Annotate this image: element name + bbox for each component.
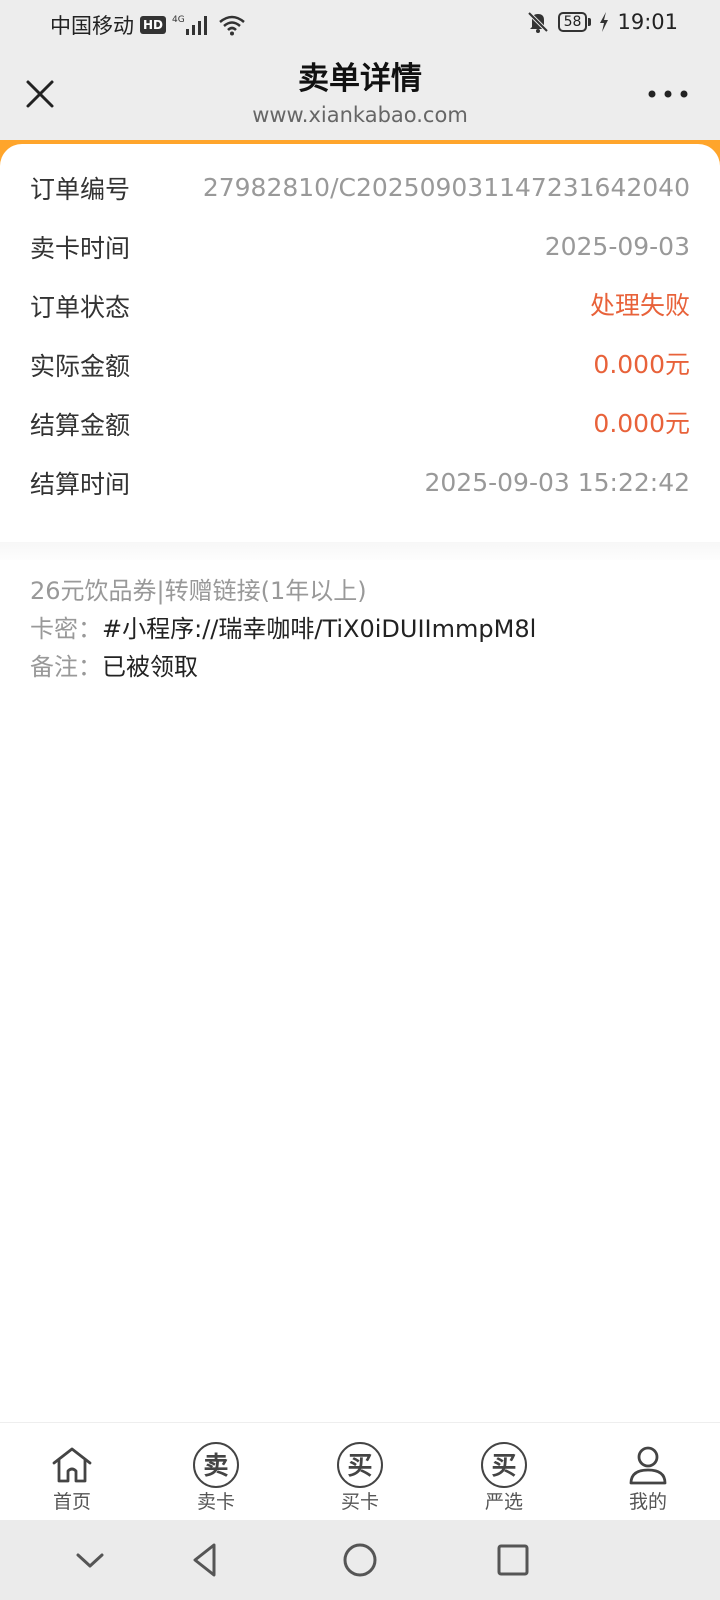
signal-icon: 4G bbox=[172, 15, 208, 35]
mute-bell-icon bbox=[527, 11, 549, 33]
carrier-name: 中国移动 bbox=[50, 14, 134, 38]
detail-row-settle-time: 结算时间 2025-09-03 15:22:42 bbox=[30, 465, 690, 505]
clock: 19:01 bbox=[617, 10, 678, 34]
settle-time-value: 2025-09-03 15:22:42 bbox=[424, 468, 690, 497]
network-type: 4G bbox=[172, 15, 185, 25]
detail-label: 订单编号 bbox=[30, 175, 131, 204]
content-panel: 订单编号 27982810/C202509031147231642040 卖卡时… bbox=[0, 144, 720, 1422]
product-name: 26元饮品券|转赠链接(1年以上) bbox=[30, 577, 367, 605]
detail-row-actual-amount: 实际金额 0.000元 bbox=[30, 347, 690, 387]
tab-mine[interactable]: 我的 bbox=[576, 1423, 720, 1521]
page-title: 卖单详情 bbox=[298, 61, 422, 97]
battery-indicator: 58 bbox=[557, 12, 592, 32]
card-secret-line: 卡密：#小程序://瑞幸咖啡/TiX0iDUIImmpM8l bbox=[30, 610, 690, 648]
system-nav-bar bbox=[0, 1520, 720, 1600]
card-secret-value[interactable]: #小程序://瑞幸咖啡/TiX0iDUIImmpM8l bbox=[102, 615, 536, 643]
card-info-section: 26元饮品券|转赠链接(1年以上) 卡密：#小程序://瑞幸咖啡/TiX0iDU… bbox=[30, 572, 690, 686]
tab-sell-card[interactable]: 卖 卖卡 bbox=[144, 1423, 288, 1521]
title-wrap: 卖单详情 www.xiankabao.com bbox=[160, 58, 560, 130]
status-bar: 中国移动 HD 4G 58 19:01 bbox=[0, 0, 720, 48]
wifi-icon bbox=[219, 15, 245, 36]
card-secret-label: 卡密： bbox=[30, 615, 102, 643]
recent-apps-icon[interactable] bbox=[493, 1540, 533, 1580]
battery-level: 58 bbox=[557, 12, 588, 32]
chevron-down-icon[interactable] bbox=[70, 1540, 110, 1580]
home-circle-icon[interactable] bbox=[340, 1540, 380, 1580]
note-line: 备注：已被领取 bbox=[30, 648, 690, 686]
tab-label: 严选 bbox=[484, 1491, 523, 1513]
detail-label: 结算时间 bbox=[30, 470, 131, 499]
product-line: 26元饮品券|转赠链接(1年以上) bbox=[30, 572, 690, 610]
title-bar: 卖单详情 www.xiankabao.com bbox=[0, 48, 720, 140]
order-detail-card: 订单编号 27982810/C202509031147231642040 卖卡时… bbox=[0, 144, 720, 554]
tab-selection[interactable]: 买 严选 bbox=[432, 1423, 576, 1521]
detail-label: 实际金额 bbox=[30, 352, 131, 381]
sell-circle-icon: 卖 bbox=[193, 1442, 239, 1488]
detail-label: 结算金额 bbox=[30, 411, 131, 440]
more-options-icon[interactable] bbox=[646, 86, 690, 102]
detail-label: 卖卡时间 bbox=[30, 234, 131, 263]
detail-row-status: 订单状态 处理失败 bbox=[30, 288, 690, 328]
tab-label: 买卡 bbox=[340, 1491, 379, 1513]
sell-time-value: 2025-09-03 bbox=[544, 232, 690, 261]
note-value: 已被领取 bbox=[102, 653, 198, 681]
select-circle-icon: 买 bbox=[481, 1442, 527, 1488]
back-icon[interactable] bbox=[186, 1540, 226, 1580]
detail-label: 订单状态 bbox=[30, 293, 131, 322]
user-icon bbox=[629, 1446, 667, 1485]
order-number-value: 27982810/C202509031147231642040 bbox=[202, 173, 690, 202]
tab-label: 首页 bbox=[52, 1491, 91, 1513]
close-icon[interactable] bbox=[22, 76, 58, 112]
battery-cap bbox=[588, 18, 592, 26]
bottom-tab-bar: 首页 卖 卖卡 买 买卡 买 严选 我的 bbox=[0, 1422, 720, 1521]
page-url: www.xiankabao.com bbox=[252, 103, 468, 127]
tab-home[interactable]: 首页 bbox=[0, 1423, 144, 1521]
home-icon bbox=[52, 1447, 92, 1483]
charging-icon bbox=[600, 12, 609, 32]
section-divider bbox=[0, 542, 720, 560]
tab-label: 我的 bbox=[628, 1491, 667, 1513]
tab-buy-card[interactable]: 买 买卡 bbox=[288, 1423, 432, 1521]
buy-circle-icon: 买 bbox=[337, 1442, 383, 1488]
note-label: 备注： bbox=[30, 653, 102, 681]
tab-label: 卖卡 bbox=[196, 1491, 235, 1513]
detail-row-sell-time: 卖卡时间 2025-09-03 bbox=[30, 229, 690, 269]
hd-badge: HD bbox=[140, 16, 167, 34]
detail-row-order-no: 订单编号 27982810/C202509031147231642040 bbox=[30, 170, 690, 210]
status-right: 58 19:01 bbox=[526, 10, 678, 34]
actual-amount-value: 0.000元 bbox=[593, 350, 690, 379]
order-status-value: 处理失败 bbox=[589, 291, 690, 320]
settle-amount-value: 0.000元 bbox=[593, 409, 690, 438]
detail-row-settle-amount: 结算金额 0.000元 bbox=[30, 406, 690, 446]
status-left: 中国移动 HD 4G bbox=[50, 10, 246, 40]
